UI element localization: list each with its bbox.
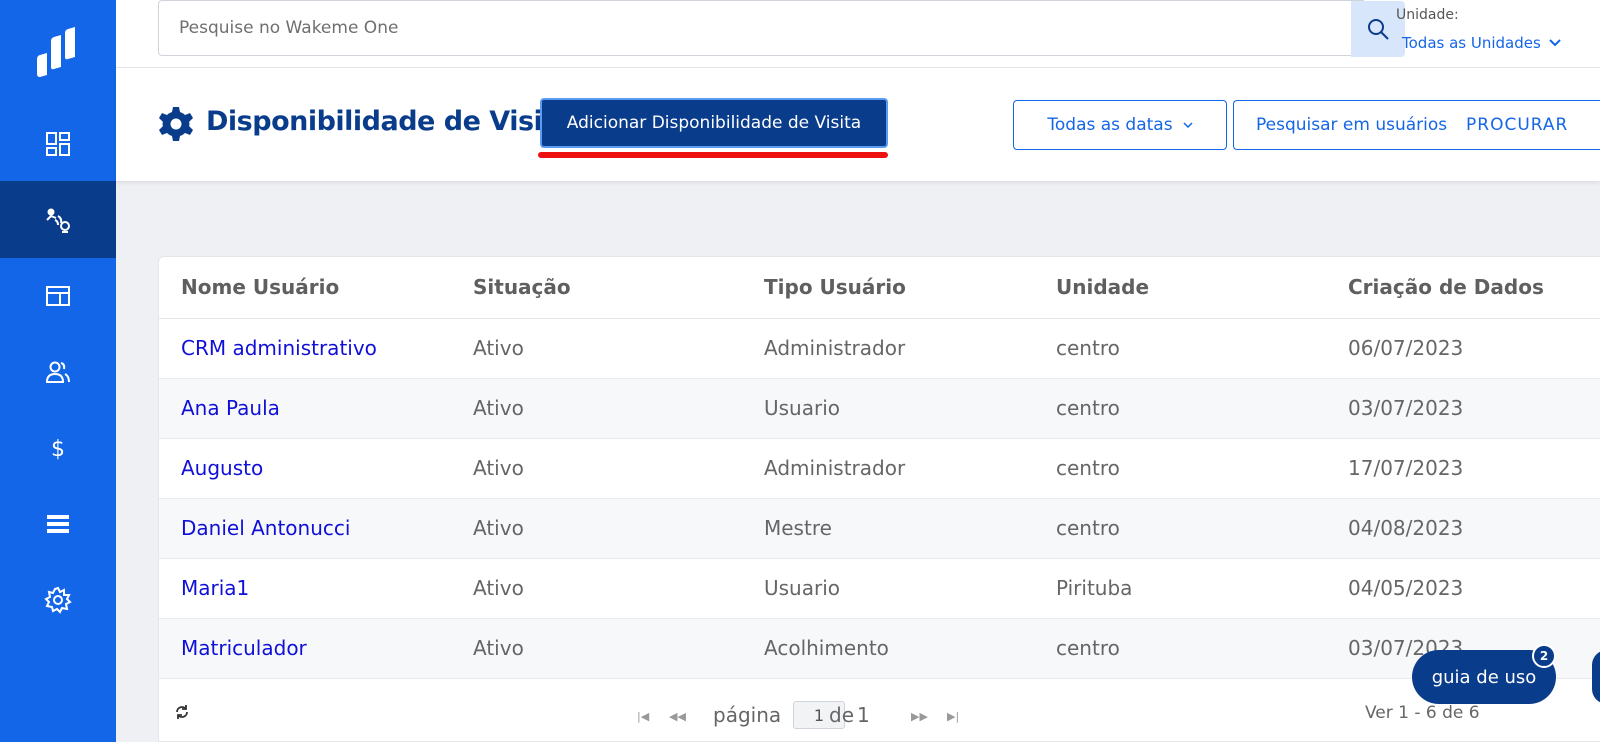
- user-type-cell: Administrador: [764, 456, 906, 480]
- settings-gear-icon: [159, 107, 193, 141]
- page-title: Disponibilidade de Visita: [206, 106, 573, 137]
- sidebar: $: [0, 0, 116, 742]
- user-name-link[interactable]: Ana Paula: [181, 396, 280, 420]
- svg-text:$: $: [51, 437, 65, 462]
- column-header-user-type[interactable]: Tipo Usuário: [764, 275, 906, 299]
- sidebar-item-panel[interactable]: [0, 257, 116, 334]
- highlight-underline: [538, 152, 888, 158]
- unit-select[interactable]: Todas as Unidades: [1402, 34, 1561, 52]
- chevron-down-icon: [1183, 121, 1193, 128]
- column-header-status[interactable]: Situação: [473, 275, 571, 299]
- users-table: Nome Usuário Situação Tipo Usuário Unida…: [158, 256, 1600, 742]
- column-header-unit[interactable]: Unidade: [1056, 275, 1149, 299]
- status-cell: Ativo: [473, 516, 524, 540]
- sidebar-item-settings[interactable]: [0, 561, 116, 638]
- created-date-cell: 17/07/2023: [1348, 456, 1464, 480]
- list-icon: [47, 514, 69, 533]
- unit-selected-value: Todas as Unidades: [1402, 34, 1541, 52]
- users-icon: [45, 361, 70, 383]
- previous-page-button[interactable]: ◀◀: [669, 710, 686, 723]
- layout-icon: [46, 285, 70, 306]
- guide-notification-badge: 2: [1532, 644, 1556, 668]
- sidebar-item-dashboard[interactable]: [0, 105, 116, 182]
- users-search: Pesquisar em usuários PROCURAR: [1233, 100, 1600, 150]
- sidebar-item-users[interactable]: [0, 333, 116, 410]
- records-info: Ver 1 - 6 de 6: [1365, 703, 1480, 723]
- status-cell: Ativo: [473, 636, 524, 660]
- user-name-link[interactable]: Maria1: [181, 576, 249, 600]
- users-search-button[interactable]: PROCURAR: [1466, 115, 1568, 135]
- global-search: [158, 0, 1405, 57]
- search-icon: [1368, 19, 1389, 40]
- status-cell: Ativo: [473, 456, 524, 480]
- table-header: Nome Usuário Situação Tipo Usuário Unida…: [159, 257, 1600, 319]
- user-type-cell: Mestre: [764, 516, 832, 540]
- dollar-icon: $: [51, 437, 65, 462]
- created-date-cell: 04/05/2023: [1348, 576, 1464, 600]
- user-type-cell: Acolhimento: [764, 636, 889, 660]
- visit-availability-icon: [46, 208, 70, 233]
- chevron-down-icon: [1549, 39, 1561, 47]
- gear-icon: [44, 586, 72, 614]
- created-date-cell: 04/08/2023: [1348, 516, 1464, 540]
- dashboard-icon: [46, 131, 70, 156]
- page-of-label: de: [829, 703, 854, 727]
- next-page-button[interactable]: ▶▶: [911, 710, 928, 723]
- users-search-input[interactable]: Pesquisar em usuários: [1256, 115, 1447, 135]
- top-bar: Unidade: Todas as Unidades: [116, 0, 1600, 68]
- total-pages: 1: [857, 703, 870, 727]
- column-header-name[interactable]: Nome Usuário: [181, 275, 339, 299]
- user-name-link[interactable]: Augusto: [181, 456, 263, 480]
- wakeme-logo[interactable]: [33, 27, 81, 77]
- status-cell: Ativo: [473, 576, 524, 600]
- unit-cell: centro: [1056, 336, 1120, 360]
- sidebar-item-list[interactable]: [0, 485, 116, 562]
- unit-label: Unidade:: [1396, 7, 1459, 23]
- table-row[interactable]: Daniel Antonucci Ativo Mestre centro 04/…: [159, 499, 1600, 559]
- column-header-created[interactable]: Criação de Dados: [1348, 275, 1544, 299]
- status-cell: Ativo: [473, 336, 524, 360]
- user-name-link[interactable]: CRM administrativo: [181, 336, 377, 360]
- last-page-button[interactable]: ▶|: [947, 710, 959, 723]
- table-pager: |◀ ◀◀ página de 1 ▶▶ ▶| Ver 1 - 6 de 6: [159, 681, 1600, 741]
- search-input[interactable]: [179, 1, 1259, 55]
- first-page-button[interactable]: |◀: [637, 710, 649, 723]
- created-date-cell: 03/07/2023: [1348, 396, 1464, 420]
- status-cell: Ativo: [473, 396, 524, 420]
- refresh-icon[interactable]: [173, 703, 191, 721]
- table-row[interactable]: Ana Paula Ativo Usuario centro 03/07/202…: [159, 379, 1600, 439]
- created-date-cell: 06/07/2023: [1348, 336, 1464, 360]
- page-label: página: [713, 703, 782, 727]
- user-type-cell: Administrador: [764, 336, 906, 360]
- table-row[interactable]: Matriculador Ativo Acolhimento centro 03…: [159, 619, 1600, 679]
- unit-cell: Pirituba: [1056, 576, 1133, 600]
- page-header: Disponibilidade de Visita Adicionar Disp…: [116, 68, 1600, 181]
- sidebar-item-visits[interactable]: [0, 181, 116, 258]
- dates-filter-label: Todas as datas: [1047, 115, 1173, 135]
- dates-filter-dropdown[interactable]: Todas as datas: [1013, 100, 1227, 150]
- table-row[interactable]: CRM administrativo Ativo Administrador c…: [159, 319, 1600, 379]
- user-name-link[interactable]: Daniel Antonucci: [181, 516, 350, 540]
- sidebar-item-finance[interactable]: $: [0, 409, 116, 486]
- unit-cell: centro: [1056, 396, 1120, 420]
- table-row[interactable]: Augusto Ativo Administrador centro 17/07…: [159, 439, 1600, 499]
- user-name-link[interactable]: Matriculador: [181, 636, 307, 660]
- unit-cell: centro: [1056, 516, 1120, 540]
- unit-cell: centro: [1056, 456, 1120, 480]
- user-type-cell: Usuario: [764, 396, 841, 420]
- table-row[interactable]: Maria1 Ativo Usuario Pirituba 04/05/2023: [159, 559, 1600, 619]
- user-type-cell: Usuario: [764, 576, 841, 600]
- unit-cell: centro: [1056, 636, 1120, 660]
- add-visit-availability-button[interactable]: Adicionar Disponibilidade de Visita: [540, 98, 888, 148]
- chat-launcher-button[interactable]: [1592, 650, 1600, 704]
